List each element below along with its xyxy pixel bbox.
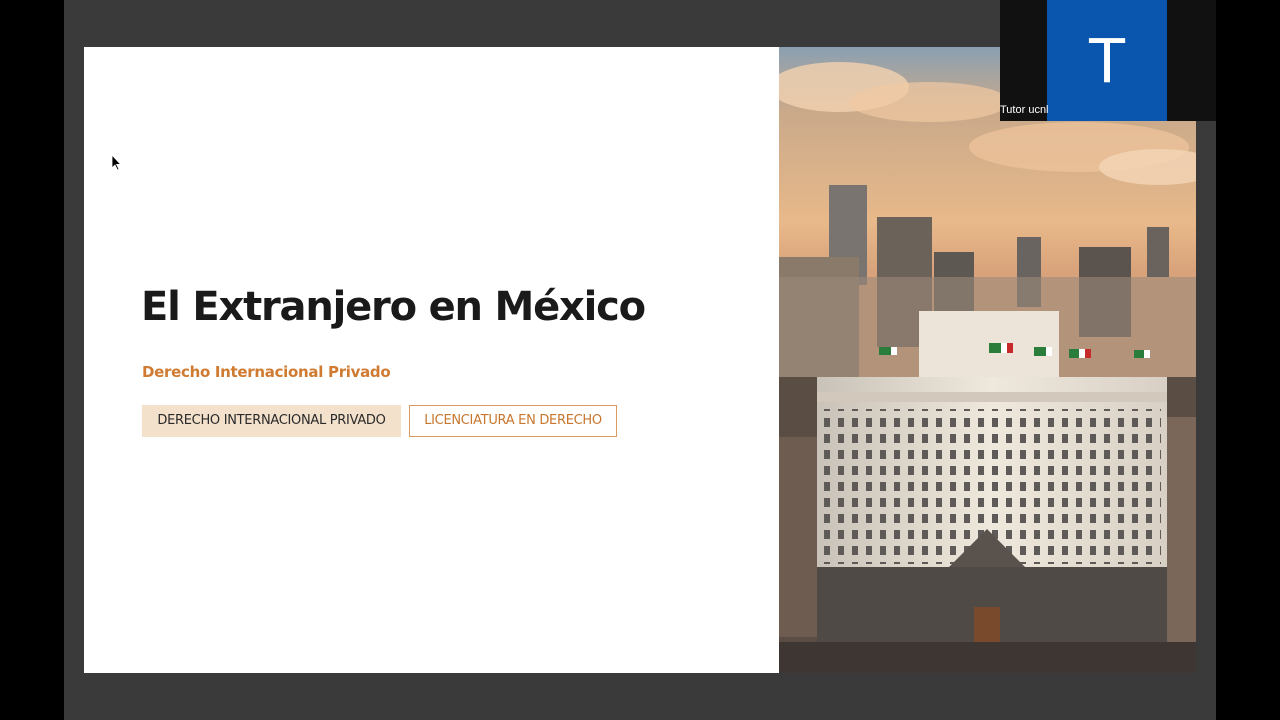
participant-avatar: T <box>1047 0 1167 121</box>
mexico-city-skyline-photo <box>779 47 1196 673</box>
participant-video-tile[interactable]: T Tutor ucnl <box>1000 0 1216 121</box>
left-letterbox <box>0 0 64 720</box>
slide-subtitle: Derecho Internacional Privado <box>142 363 391 381</box>
participant-name: Tutor ucnl <box>1000 104 1049 116</box>
tag-derecho-internacional: DERECHO INTERNACIONAL PRIVADO <box>142 405 401 437</box>
presentation-slide: El Extranjero en México Derecho Internac… <box>84 47 1196 673</box>
mouse-pointer-icon <box>111 153 122 176</box>
tag-licenciatura: LICENCIATURA EN DERECHO <box>409 405 617 437</box>
slide-title: El Extranjero en México <box>141 284 646 330</box>
right-letterbox <box>1216 0 1280 720</box>
